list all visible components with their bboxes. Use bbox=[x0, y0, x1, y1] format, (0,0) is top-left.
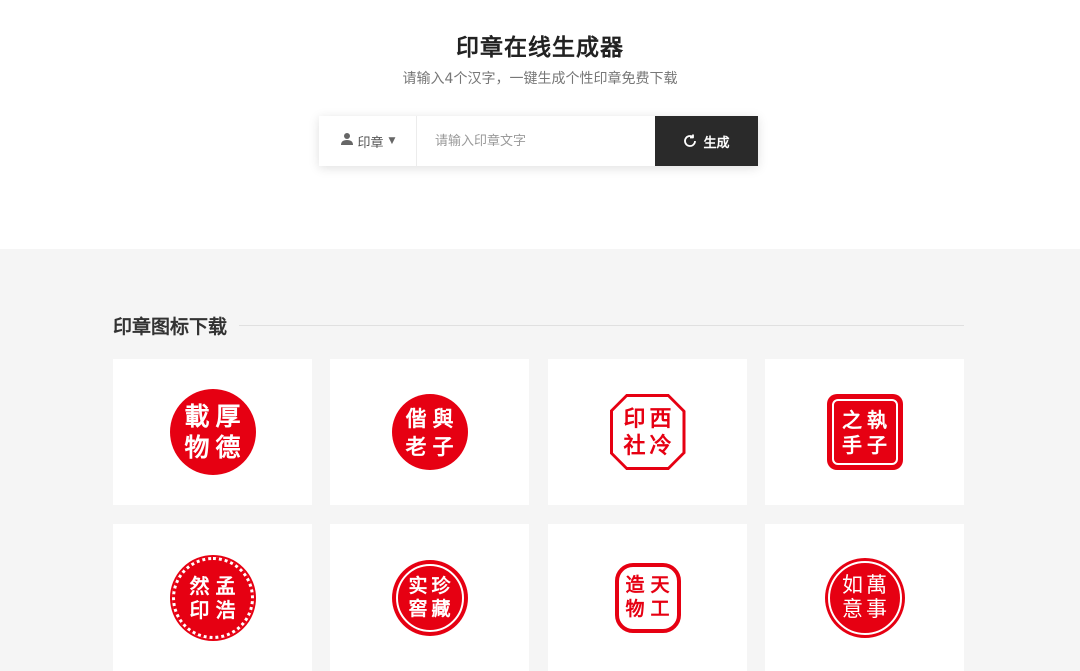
seal-image: 印西 社冷 bbox=[609, 394, 686, 470]
seal-character: 然 bbox=[189, 573, 210, 598]
seal-character: 社 bbox=[623, 432, 646, 459]
seal-character: 意 bbox=[842, 597, 863, 621]
seal-image: 載厚 物德 bbox=[169, 389, 256, 475]
seal-generator-form: 印章 ▼ 生成 bbox=[319, 116, 758, 166]
seal-character: 物 bbox=[184, 433, 210, 462]
seal-character: 实 bbox=[408, 574, 428, 597]
seal-card[interactable]: 然孟 印浩 bbox=[113, 524, 312, 671]
seal-character: 窖 bbox=[408, 597, 428, 620]
seal-character: 之 bbox=[842, 407, 862, 432]
section-divider bbox=[239, 324, 964, 326]
seal-character: 珍 bbox=[431, 574, 451, 597]
seal-image: 然孟 印浩 bbox=[169, 554, 256, 641]
seal-character: 工 bbox=[650, 598, 670, 620]
seal-card[interactable]: 印西 社冷 bbox=[548, 359, 747, 505]
seal-card[interactable]: 如萬 意事 bbox=[765, 524, 964, 671]
section-header: 印章图标下载 bbox=[113, 312, 964, 338]
seal-image: 实珍 窖藏 bbox=[391, 559, 468, 636]
seal-character: 老 bbox=[405, 433, 427, 459]
seal-character: 執 bbox=[867, 407, 887, 432]
seal-image: 造天 物工 bbox=[614, 562, 681, 633]
seal-character: 如 bbox=[842, 573, 863, 597]
caret-down-icon: ▼ bbox=[388, 136, 396, 146]
seal-card[interactable]: 之執 手子 bbox=[765, 359, 964, 505]
seal-character: 冷 bbox=[649, 432, 672, 459]
seal-image: 之執 手子 bbox=[826, 394, 903, 470]
seal-character: 印 bbox=[623, 405, 646, 432]
seal-character: 手 bbox=[842, 432, 862, 457]
seal-type-label: 印章 bbox=[357, 135, 384, 151]
seal-card[interactable]: 載厚 物德 bbox=[113, 359, 312, 505]
seal-character: 子 bbox=[867, 432, 887, 457]
page-title: 印章在线生成器 bbox=[456, 35, 624, 61]
seal-character: 造 bbox=[625, 574, 645, 596]
seal-card[interactable]: 造天 物工 bbox=[548, 524, 747, 671]
seal-text-input[interactable] bbox=[417, 116, 655, 166]
seal-character: 與 bbox=[432, 405, 454, 431]
seal-image: 如萬 意事 bbox=[824, 557, 905, 638]
seal-character: 萬 bbox=[866, 573, 887, 597]
seal-character: 偕 bbox=[405, 405, 427, 431]
seal-character: 事 bbox=[866, 597, 887, 621]
generate-button-label: 生成 bbox=[703, 135, 730, 151]
generate-button[interactable]: 生成 bbox=[655, 116, 758, 166]
section-title: 印章图标下载 bbox=[113, 315, 228, 338]
refresh-icon bbox=[683, 134, 697, 148]
seal-character: 浩 bbox=[215, 597, 236, 622]
seal-character: 德 bbox=[215, 433, 241, 462]
seal-character: 子 bbox=[432, 433, 454, 459]
seal-character: 孟 bbox=[215, 573, 236, 598]
seal-image: 偕與 老子 bbox=[391, 394, 468, 470]
hero-section: 印章在线生成器 请输入4个汉字，一键生成个性印章免费下载 印章 ▼ 生成 bbox=[0, 0, 1080, 249]
user-icon bbox=[340, 132, 354, 150]
seal-character: 印 bbox=[189, 597, 210, 622]
seal-character: 藏 bbox=[431, 597, 451, 620]
seal-type-dropdown[interactable]: 印章 ▼ bbox=[319, 116, 417, 166]
seal-character: 天 bbox=[650, 574, 670, 596]
seal-character: 西 bbox=[649, 405, 672, 432]
seal-character: 厚 bbox=[215, 402, 241, 431]
page-subtitle: 请输入4个汉字，一键生成个性印章免费下载 bbox=[402, 71, 678, 87]
seal-card[interactable]: 实珍 窖藏 bbox=[330, 524, 529, 671]
seal-card[interactable]: 偕與 老子 bbox=[330, 359, 529, 505]
seal-character: 物 bbox=[625, 598, 645, 620]
seal-character: 載 bbox=[184, 402, 210, 431]
